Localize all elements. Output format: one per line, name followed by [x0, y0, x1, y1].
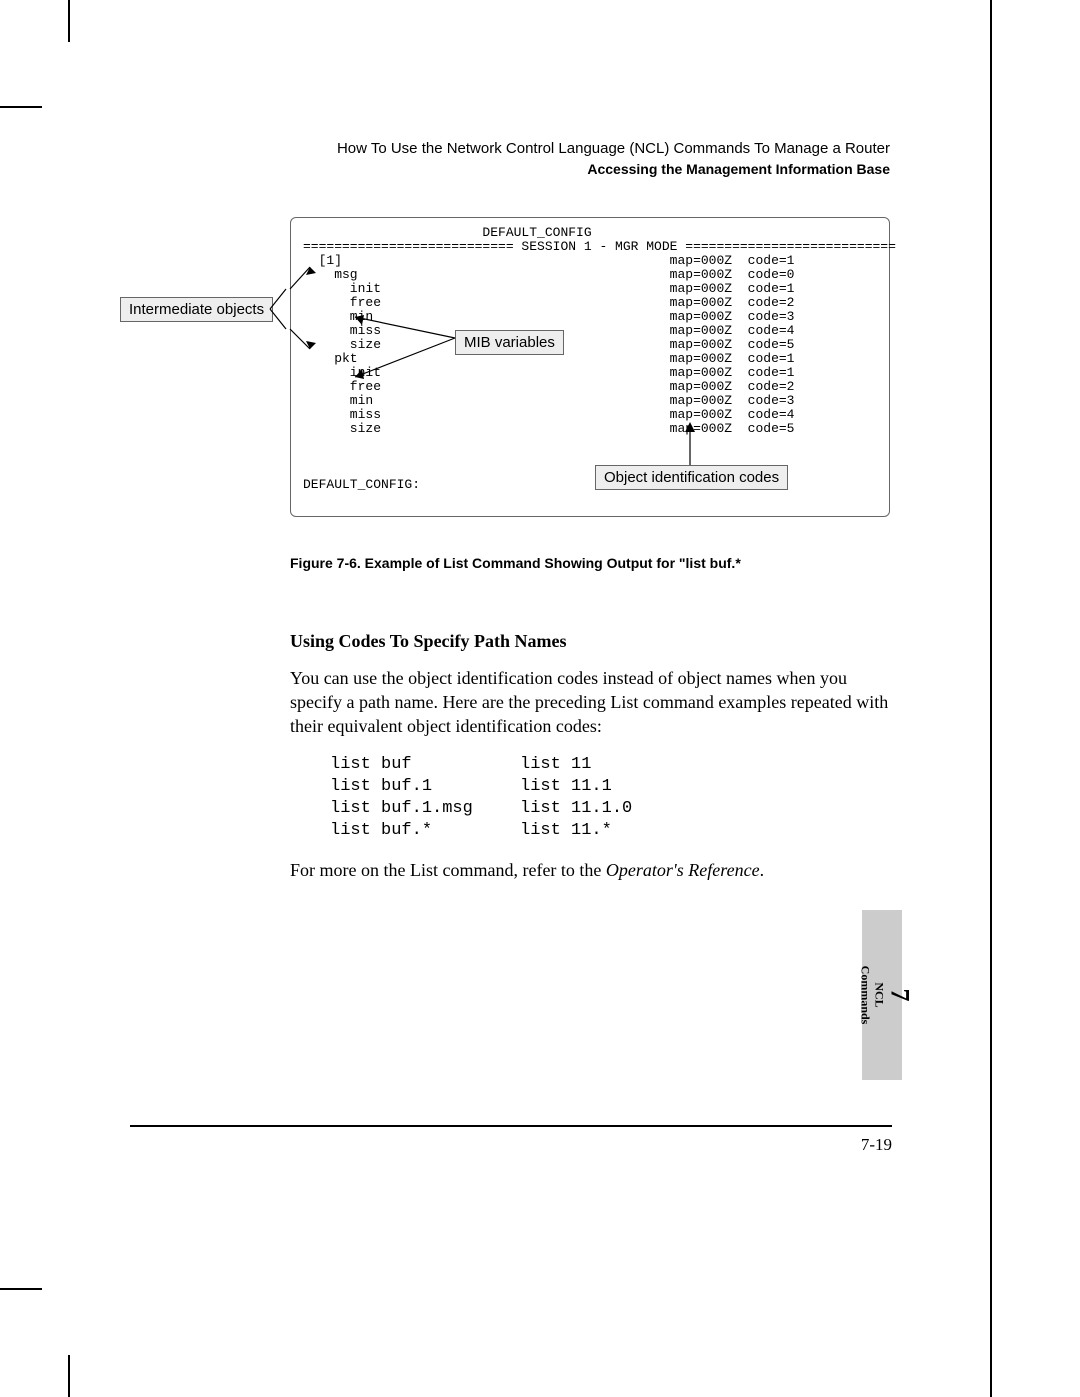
page-edge: [990, 0, 992, 1397]
chapter-tab: 7 NCL Commands: [862, 910, 902, 1080]
figure-caption: Figure 7-6. Example of List Command Show…: [290, 555, 890, 571]
para2-post: .: [760, 860, 765, 880]
figure-arrows: [130, 217, 900, 517]
code-row: list buf list 11: [330, 754, 890, 776]
running-header: How To Use the Network Control Language …: [130, 140, 890, 157]
para2-emphasis: Operator's Reference: [606, 860, 760, 880]
code-cell: list buf.1: [330, 776, 520, 798]
crop-mark: [68, 0, 70, 42]
code-row: list buf.* list 11.*: [330, 820, 890, 842]
running-subheader: Accessing the Management Information Bas…: [130, 161, 890, 177]
body-para-1: You can use the object identification co…: [290, 666, 890, 738]
body-para-2: For more on the List command, refer to t…: [290, 858, 890, 882]
tab-line1: NCL: [872, 966, 886, 1025]
page-number: 7-19: [861, 1135, 892, 1155]
code-cell: list buf.*: [330, 820, 520, 842]
section-heading: Using Codes To Specify Path Names: [290, 631, 890, 652]
code-cell: list 11: [520, 754, 591, 776]
code-cell: list 11.1.0: [520, 798, 632, 820]
para2-pre: For more on the List command, refer to t…: [290, 860, 606, 880]
code-row: list buf.1.msg list 11.1.0: [330, 798, 890, 820]
crop-mark: [0, 1288, 42, 1290]
code-example-block: list buf list 11 list buf.1 list 11.1 li…: [330, 754, 890, 842]
figure-7-6: Intermediate objects DEFAULT_CONFIG ====…: [130, 217, 890, 537]
crop-mark: [0, 106, 42, 108]
code-cell: list 11.1: [520, 776, 612, 798]
code-cell: list buf: [330, 754, 520, 776]
page-content: How To Use the Network Control Language …: [130, 140, 890, 898]
tab-number: 7: [892, 966, 906, 1025]
code-cell: list buf.1.msg: [330, 798, 520, 820]
code-row: list buf.1 list 11.1: [330, 776, 890, 798]
footer-rule: [130, 1125, 892, 1127]
chapter-tab-text: 7 NCL Commands: [858, 966, 906, 1025]
code-cell: list 11.*: [520, 820, 612, 842]
tab-line2: Commands: [858, 966, 872, 1025]
crop-mark: [68, 1355, 70, 1397]
